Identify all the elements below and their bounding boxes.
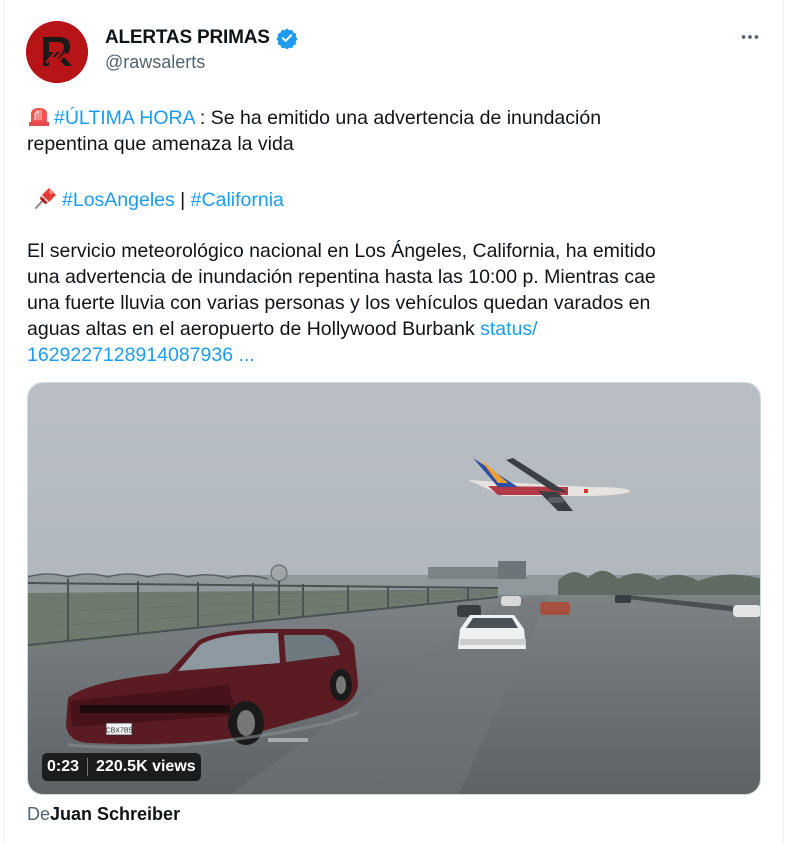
- hashtag-california[interactable]: #California: [191, 189, 284, 211]
- pushpin-icon: [35, 188, 56, 209]
- media-credit: DeJuan Schreiber: [27, 804, 180, 825]
- status-link-part-2[interactable]: 1629227128914087936 ...: [27, 344, 255, 366]
- body-line-1: El servicio meteorológico nacional en Lo…: [27, 240, 656, 262]
- author-handle[interactable]: @rawsalerts: [105, 52, 205, 73]
- status-link-part-1[interactable]: status/: [480, 318, 537, 340]
- license-plate: CBX7B5: [106, 728, 133, 735]
- body-line-2: una advertencia de inundación repentina …: [27, 266, 656, 288]
- credit-prefix: De: [27, 804, 51, 824]
- tweet-text-line-1-rest: : Se ha emitido una advertencia de inund…: [194, 107, 602, 129]
- badge-divider: [87, 758, 89, 776]
- author-name-row[interactable]: ALERTAS PRIMAS: [105, 27, 298, 49]
- video-views: 220.5K views: [96, 758, 196, 775]
- status-link-line: 1629227128914087936 ...: [27, 342, 255, 368]
- video-stats-badge: 0:23 220.5K views: [42, 753, 201, 781]
- video-thumbnail: CBX7B5: [28, 383, 760, 794]
- more-button[interactable]: [737, 24, 763, 50]
- video-player[interactable]: CBX7B5: [27, 382, 761, 795]
- hashtag-losangeles[interactable]: #LosAngeles: [62, 189, 175, 211]
- tweet-text-line-1: #ÚLTIMA HORA : Se ha emitido una adverte…: [27, 105, 601, 131]
- body-line-4: aguas altas en el aeropuerto de Hollywoo…: [27, 316, 538, 342]
- author-name[interactable]: ALERTAS PRIMAS: [105, 27, 270, 49]
- body-line-4-text: aguas altas en el aeropuerto de Hollywoo…: [27, 318, 481, 340]
- hashtag-separator: |: [174, 189, 191, 211]
- card-border-left: [3, 0, 4, 843]
- hashtag-ultima-hora[interactable]: #ÚLTIMA HORA: [54, 107, 195, 129]
- police-light-icon: [29, 108, 49, 126]
- hashtags-line: #LosAngeles | #California: [27, 185, 284, 213]
- verified-badge-icon: [276, 28, 298, 49]
- tweet-card: ALERTAS PRIMAS @rawsalerts #ÚLTIMA HORA …: [0, 0, 800, 843]
- tweet-text-line-2: repentina que amenaza la vida: [27, 133, 294, 155]
- credit-author[interactable]: Juan Schreiber: [50, 804, 180, 824]
- video-duration: 0:23: [47, 758, 80, 775]
- more-icon: [741, 35, 759, 39]
- card-border-right: [783, 0, 784, 843]
- avatar[interactable]: [26, 21, 88, 83]
- body-line-3: una fuerte lluvia con varias personas y …: [27, 292, 651, 314]
- avatar-logo-icon: [26, 21, 88, 83]
